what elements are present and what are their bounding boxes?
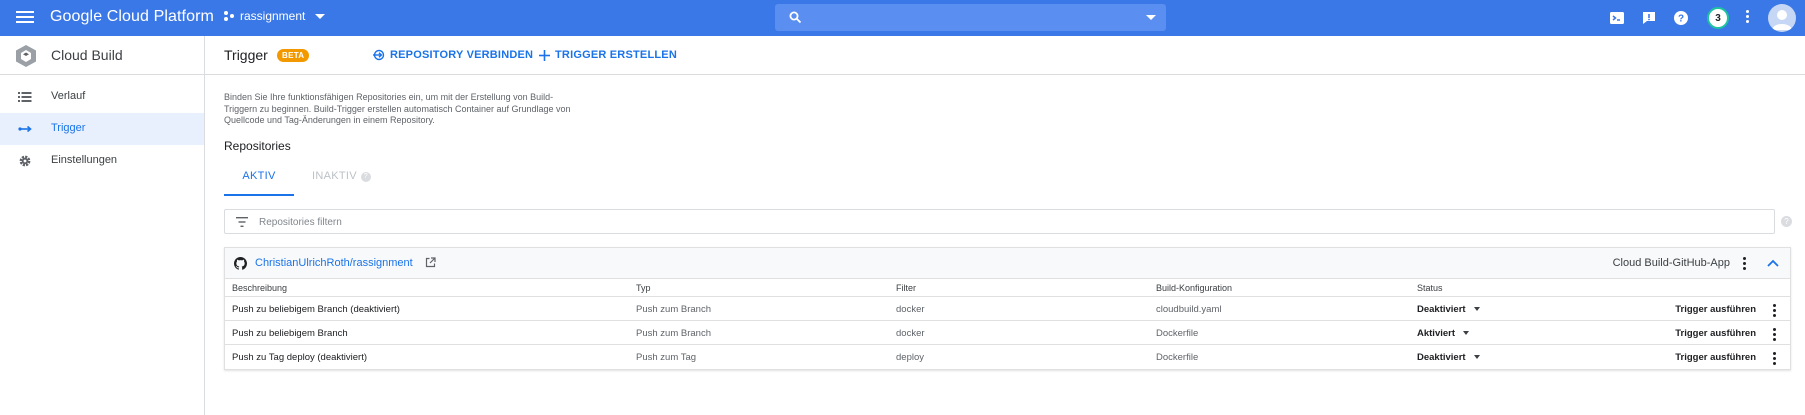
platform-brand[interactable]: Google Cloud Platform bbox=[50, 8, 214, 26]
beta-badge: BETA bbox=[277, 49, 310, 62]
trigger-type: Push zum Tag bbox=[636, 352, 697, 363]
trigger-build-config: cloudbuild.yaml bbox=[1156, 304, 1222, 315]
connect-repository-label: REPOSITORY VERBINDEN bbox=[390, 49, 534, 61]
sidebar-item-label: Einstellungen bbox=[51, 154, 118, 166]
filter-input[interactable] bbox=[259, 214, 859, 230]
account-icon bbox=[1772, 10, 1792, 30]
search-icon bbox=[789, 11, 802, 24]
sidebar-item-label: Verlauf bbox=[51, 90, 86, 102]
trigger-arrows-icon bbox=[18, 125, 32, 133]
trigger-type: Push zum Branch bbox=[636, 328, 711, 339]
trigger-filter: docker bbox=[896, 328, 925, 339]
status-value: Deaktiviert bbox=[1417, 304, 1466, 315]
chevron-down-icon bbox=[1463, 331, 1470, 335]
more-options-icon[interactable] bbox=[1744, 10, 1750, 26]
column-header-filter: Filter bbox=[896, 283, 916, 293]
notifications-badge[interactable]: 3 bbox=[1707, 7, 1729, 29]
tab-label: AKTIV bbox=[242, 170, 276, 182]
status-dropdown[interactable]: Aktiviert bbox=[1417, 328, 1470, 339]
more-options-icon[interactable] bbox=[1771, 352, 1777, 366]
status-value: Deaktiviert bbox=[1417, 352, 1466, 363]
repository-card-header: ChristianUlrichRoth/rassignment Cloud Bu… bbox=[225, 248, 1790, 279]
cloud-build-logo-icon bbox=[16, 45, 36, 67]
more-options-icon[interactable] bbox=[1771, 304, 1777, 318]
trigger-table: Beschreibung Typ Filter Build-Konfigurat… bbox=[225, 279, 1790, 369]
list-icon bbox=[18, 92, 32, 102]
sidebar: Cloud Build Verlauf Trigger Einstellunge… bbox=[0, 36, 205, 415]
connect-icon bbox=[373, 49, 385, 61]
filter-help-icon[interactable]: ? bbox=[1781, 216, 1792, 227]
column-header-build-konfiguration: Build-Konfiguration bbox=[1156, 283, 1233, 293]
page-title: Trigger bbox=[224, 47, 268, 63]
svg-text:?: ? bbox=[1678, 14, 1684, 25]
repository-link[interactable]: ChristianUlrichRoth/rassignment bbox=[255, 257, 413, 269]
trigger-build-config: Dockerfile bbox=[1156, 352, 1199, 363]
menu-icon[interactable] bbox=[14, 8, 36, 28]
trigger-description: Push zu beliebigem Branch bbox=[232, 328, 348, 339]
github-app-label: Cloud Build-GitHub-App bbox=[1612, 257, 1730, 269]
table-row: Push zu Tag deploy (deaktiviert) Push zu… bbox=[225, 345, 1790, 369]
repository-tabs: AKTIV INAKTIV? bbox=[224, 160, 1784, 196]
help-circle-icon[interactable]: ? bbox=[360, 172, 371, 182]
trigger-type: Push zum Branch bbox=[636, 304, 711, 315]
connect-repository-button[interactable]: REPOSITORY VERBINDEN bbox=[373, 49, 533, 61]
chevron-down-icon bbox=[1473, 355, 1480, 359]
create-trigger-button[interactable]: TRIGGER ERSTELLEN bbox=[539, 49, 677, 61]
more-options-icon[interactable] bbox=[1741, 257, 1747, 271]
cloud-shell-icon[interactable] bbox=[1608, 9, 1626, 27]
status-dropdown[interactable]: Deaktiviert bbox=[1417, 304, 1480, 315]
repository-card: ChristianUlrichRoth/rassignment Cloud Bu… bbox=[224, 247, 1791, 370]
gear-icon bbox=[19, 155, 31, 167]
more-options-icon[interactable] bbox=[1771, 328, 1777, 342]
trigger-build-config: Dockerfile bbox=[1156, 328, 1199, 339]
table-header: Beschreibung Typ Filter Build-Konfigurat… bbox=[225, 279, 1790, 297]
run-trigger-button[interactable]: Trigger ausführen bbox=[1675, 304, 1756, 315]
sidebar-item-einstellungen[interactable]: Einstellungen bbox=[0, 145, 204, 177]
avatar[interactable] bbox=[1768, 4, 1796, 32]
sidebar-item-verlauf[interactable]: Verlauf bbox=[0, 81, 204, 113]
table-row: Push zu beliebigem Branch (deaktiviert) … bbox=[225, 297, 1790, 321]
intro-text: Binden Sie Ihre funktionsfähigen Reposit… bbox=[224, 92, 571, 125]
chevron-up-icon[interactable] bbox=[1767, 258, 1779, 268]
column-header-typ: Typ bbox=[636, 283, 651, 293]
filter-icon bbox=[236, 217, 248, 227]
project-name: rassignment bbox=[240, 9, 306, 23]
run-trigger-button[interactable]: Trigger ausführen bbox=[1675, 352, 1756, 363]
page-header: Trigger BETA REPOSITORY VERBINDEN TRIGGE… bbox=[205, 36, 1805, 75]
status-value: Aktiviert bbox=[1417, 328, 1456, 339]
trigger-filter: docker bbox=[896, 304, 925, 315]
product-title: Cloud Build bbox=[51, 47, 123, 63]
open-in-new-icon[interactable] bbox=[425, 257, 436, 268]
help-icon[interactable]: ? bbox=[1672, 9, 1690, 27]
chevron-down-icon bbox=[315, 13, 326, 19]
search-dropdown-icon[interactable] bbox=[1146, 15, 1156, 20]
trigger-description: Push zu beliebigem Branch (deaktiviert) bbox=[232, 304, 400, 315]
tab-inaktiv[interactable]: INAKTIV? bbox=[312, 160, 382, 196]
top-app-bar: Google Cloud Platform rassignment ? 3 bbox=[0, 0, 1805, 36]
chevron-down-icon bbox=[1473, 307, 1480, 311]
sidebar-header: Cloud Build bbox=[0, 36, 204, 75]
search-bar[interactable] bbox=[775, 4, 1166, 31]
column-header-beschreibung: Beschreibung bbox=[232, 283, 288, 293]
repository-filter[interactable] bbox=[224, 209, 1775, 234]
github-icon bbox=[234, 257, 247, 270]
trigger-description: Push zu Tag deploy (deaktiviert) bbox=[232, 352, 368, 363]
table-row: Push zu beliebigem Branch Push zum Branc… bbox=[225, 321, 1790, 345]
plus-icon bbox=[539, 49, 550, 61]
column-header-status: Status bbox=[1417, 283, 1443, 293]
sidebar-item-trigger[interactable]: Trigger bbox=[0, 113, 204, 145]
project-selector[interactable]: rassignment bbox=[222, 9, 326, 23]
trigger-filter: deploy bbox=[896, 352, 924, 363]
tab-aktiv[interactable]: AKTIV bbox=[224, 160, 294, 196]
tab-label: INAKTIV bbox=[312, 170, 357, 182]
project-dots-icon bbox=[224, 11, 234, 21]
create-trigger-label: TRIGGER ERSTELLEN bbox=[555, 49, 677, 61]
feedback-icon[interactable] bbox=[1640, 9, 1658, 27]
status-dropdown[interactable]: Deaktiviert bbox=[1417, 352, 1480, 363]
search-input[interactable] bbox=[815, 8, 1115, 27]
run-trigger-button[interactable]: Trigger ausführen bbox=[1675, 328, 1756, 339]
sidebar-item-label: Trigger bbox=[51, 122, 86, 134]
section-title: Repositories bbox=[224, 139, 291, 153]
